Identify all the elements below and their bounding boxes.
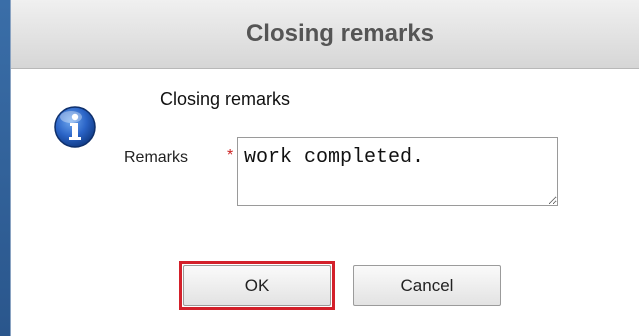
dialog-title: Closing remarks — [245, 20, 435, 47]
dialog-heading: Closing remarks — [160, 89, 291, 109]
info-icon — [54, 106, 96, 148]
window-frame-edge — [0, 0, 10, 336]
cancel-button[interactable]: Cancel — [353, 265, 501, 306]
dialog-titlebar: Closing remarks — [11, 0, 639, 69]
required-marker: * — [227, 147, 234, 164]
ok-button[interactable]: OK — [183, 265, 331, 306]
closing-remarks-dialog: Closing remarks Closing remarks Remarks … — [10, 0, 639, 336]
remarks-textarea[interactable]: work completed. — [237, 137, 558, 206]
remarks-label: Remarks — [124, 149, 189, 166]
